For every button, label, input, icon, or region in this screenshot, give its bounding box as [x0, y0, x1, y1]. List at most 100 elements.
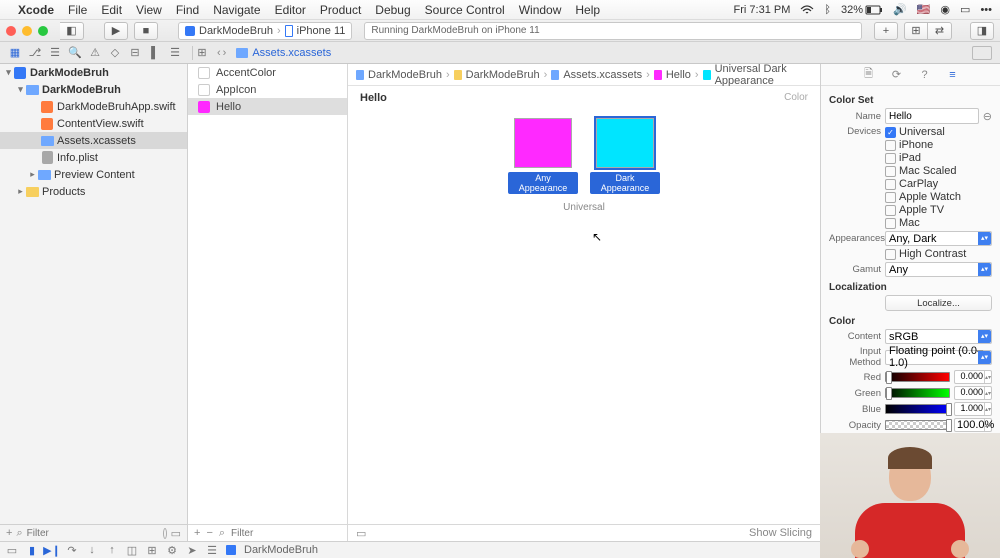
checkbox[interactable] — [885, 166, 896, 177]
filter-icon[interactable]: ⌕ — [16, 527, 22, 540]
breakpoint-navigator-icon[interactable]: ▌ — [148, 46, 162, 60]
location-icon[interactable]: ➤ — [186, 544, 198, 556]
color-well-any[interactable]: Any Appearance — [508, 114, 578, 194]
clear-icon[interactable]: ⊖ — [983, 110, 992, 123]
test-navigator-icon[interactable]: ◇ — [108, 46, 122, 60]
swatch-dark-appearance[interactable] — [596, 118, 654, 168]
device-checkbox-row[interactable]: Mac — [885, 217, 992, 229]
content-select[interactable]: sRGB▴▾ — [885, 329, 992, 344]
device-checkbox-row[interactable]: CarPlay — [885, 178, 992, 190]
report-navigator-icon[interactable]: ☰ — [168, 46, 182, 60]
stop-button[interactable]: ■ — [134, 22, 158, 40]
hide-debug-icon[interactable]: ▭ — [6, 544, 18, 556]
folder-row[interactable]: ▸Preview Content — [0, 166, 187, 183]
scheme-selector[interactable]: DarkModeBruh › iPhone 11 — [178, 22, 352, 40]
view-debug-icon[interactable]: ◫ — [126, 544, 138, 556]
inspector-toggle-button[interactable]: ◨ — [970, 22, 994, 40]
file-row[interactable]: ContentView.swift — [0, 115, 187, 132]
step-over-icon[interactable]: ↷ — [66, 544, 78, 556]
flag-icon[interactable]: 🇺🇸 — [917, 3, 931, 16]
source-control-navigator-icon[interactable]: ⎇ — [28, 46, 42, 60]
window-controls[interactable] — [6, 26, 48, 36]
issue-navigator-icon[interactable]: ⚠ — [88, 46, 102, 60]
menu-debug[interactable]: Debug — [375, 3, 410, 17]
asset-row[interactable]: AccentColor — [188, 64, 347, 81]
memory-graph-icon[interactable]: ⊞ — [146, 544, 158, 556]
localize-button[interactable]: Localize... — [885, 295, 992, 311]
asset-filter-input[interactable] — [231, 528, 363, 539]
device-checkbox-row[interactable]: Apple Watch — [885, 191, 992, 203]
continue-icon[interactable]: ▶❙ — [46, 544, 58, 556]
project-navigator-icon[interactable]: ▦ — [8, 46, 22, 60]
breadcrumb[interactable]: DarkModeBruh› DarkModeBruh› Assets.xcass… — [348, 64, 820, 86]
menu-product[interactable]: Product — [320, 3, 361, 17]
green-value[interactable]: 0.000▴▾ — [954, 386, 992, 400]
file-row[interactable]: DarkModeBruhApp.swift — [0, 98, 187, 115]
add-button[interactable]: + — [874, 22, 898, 40]
menu-window[interactable]: Window — [519, 3, 562, 17]
checkbox[interactable] — [885, 218, 896, 229]
step-out-icon[interactable]: ↑ — [106, 544, 118, 556]
file-inspector-icon[interactable]: 🗎 — [862, 68, 876, 82]
attributes-inspector-icon[interactable]: ≡ — [946, 68, 960, 82]
overflow-icon[interactable]: ••• — [980, 4, 992, 16]
name-field[interactable] — [885, 108, 979, 124]
step-into-icon[interactable]: ↓ — [86, 544, 98, 556]
clock[interactable]: Fri 7:31 PM — [734, 4, 791, 16]
color-well-dark[interactable]: Dark Appearance — [590, 114, 660, 194]
debug-navigator-icon[interactable]: ⊟ — [128, 46, 142, 60]
red-slider[interactable] — [885, 372, 950, 382]
sidebar-toggle-button[interactable]: ◧ — [60, 22, 84, 40]
related-items-icon[interactable]: ⊞ — [195, 46, 209, 60]
debug-target[interactable]: DarkModeBruh — [244, 544, 318, 556]
device-checkbox-row[interactable]: iPad — [885, 152, 992, 164]
appearances-select[interactable]: Any, Dark▴▾ — [885, 231, 992, 246]
battery-status[interactable]: 32% — [841, 4, 883, 16]
navigator-filter-input[interactable] — [27, 528, 159, 539]
device-checkbox-row[interactable]: Mac Scaled — [885, 165, 992, 177]
menu-navigate[interactable]: Navigate — [213, 3, 260, 17]
menu-edit[interactable]: Edit — [101, 3, 122, 17]
green-slider[interactable] — [885, 388, 950, 398]
history-inspector-icon[interactable]: ⟳ — [890, 68, 904, 82]
editor-options-icon[interactable] — [972, 46, 992, 60]
blue-value[interactable]: 1.000▴▾ — [954, 402, 992, 416]
device-checkbox-row[interactable]: ✓Universal — [885, 126, 992, 138]
menu-view[interactable]: View — [136, 3, 162, 17]
wifi-icon[interactable] — [800, 5, 814, 15]
gamut-select[interactable]: Any▴▾ — [885, 262, 992, 277]
app-menu[interactable]: Xcode — [18, 3, 54, 17]
nav-history[interactable]: ‹› — [217, 47, 226, 59]
find-navigator-icon[interactable]: 🔍 — [68, 46, 82, 60]
screen-icon[interactable]: ◉ — [940, 3, 950, 16]
display-icon[interactable]: ▭ — [960, 3, 970, 16]
input-method-select[interactable]: Floating point (0.0–1.0)▴▾ — [885, 350, 992, 365]
folder-row[interactable]: ▸Products — [0, 183, 187, 200]
asset-row[interactable]: AppIcon — [188, 81, 347, 98]
run-button[interactable]: ▶ — [104, 22, 128, 40]
show-slicing-button[interactable]: Show Slicing — [749, 527, 812, 539]
checkbox[interactable] — [885, 205, 896, 216]
stack-icon[interactable]: ☰ — [206, 544, 218, 556]
high-contrast-checkbox[interactable] — [885, 249, 896, 260]
checkbox[interactable] — [885, 140, 896, 151]
remove-asset-icon[interactable]: − — [206, 527, 212, 539]
menu-file[interactable]: File — [68, 3, 87, 17]
filter-icon[interactable]: ⌕ — [219, 527, 225, 540]
checkbox[interactable]: ✓ — [885, 127, 896, 138]
checkbox[interactable] — [885, 179, 896, 190]
add-target-icon[interactable]: + — [6, 527, 12, 539]
volume-icon[interactable]: 🔊 — [893, 3, 907, 16]
device-checkbox-row[interactable]: Apple TV — [885, 204, 992, 216]
checkbox[interactable] — [885, 192, 896, 203]
file-row[interactable]: Info.plist — [0, 149, 187, 166]
menu-source-control[interactable]: Source Control — [425, 3, 505, 17]
canvas-view-icon[interactable]: ▭ — [356, 527, 366, 540]
symbol-navigator-icon[interactable]: ☰ — [48, 46, 62, 60]
menu-editor[interactable]: Editor — [275, 3, 306, 17]
help-inspector-icon[interactable]: ? — [918, 68, 932, 82]
device-checkbox-row[interactable]: iPhone — [885, 139, 992, 151]
opacity-value[interactable]: 100.0%▴▾ — [954, 418, 992, 432]
checkbox[interactable] — [885, 153, 896, 164]
recent-filter-icon[interactable] — [163, 528, 167, 539]
